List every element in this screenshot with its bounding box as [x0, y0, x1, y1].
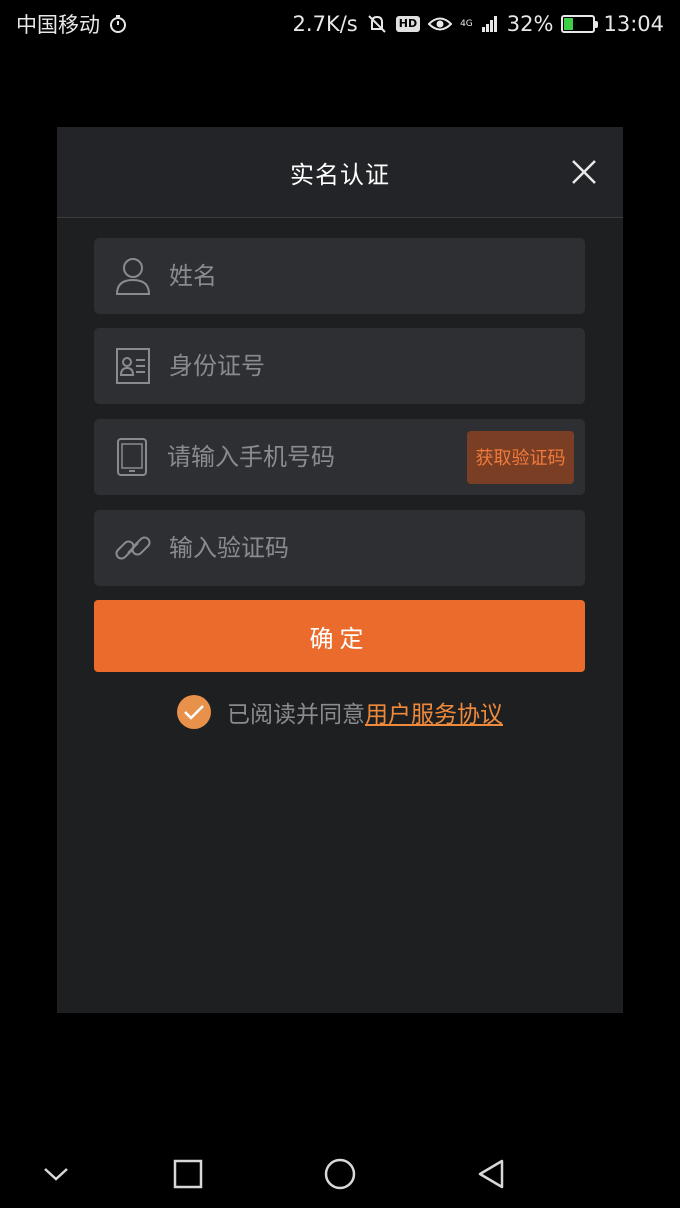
phone-input[interactable] [167, 427, 468, 487]
clock: 13:04 [603, 12, 664, 36]
chevron-down-icon [44, 1168, 68, 1181]
agreement-row: 已阅读并同意 用户服务协议 [177, 692, 503, 732]
close-button[interactable] [567, 155, 601, 189]
navigation-bar [0, 1138, 680, 1208]
phone-field: 获取验证码 [94, 419, 585, 495]
check-icon [184, 705, 204, 720]
link-icon [97, 510, 169, 586]
id-card-icon [97, 328, 169, 404]
back-triangle-icon [478, 1159, 504, 1189]
confirm-button[interactable]: 确定 [94, 600, 585, 672]
code-input[interactable] [169, 518, 585, 578]
back-button[interactable] [473, 1156, 509, 1192]
name-field [94, 238, 585, 314]
carrier-label: 中国移动 [16, 13, 100, 37]
id-number-input[interactable] [169, 336, 585, 396]
phone-icon [97, 419, 167, 495]
recents-button[interactable] [170, 1156, 206, 1192]
code-field [94, 510, 585, 586]
mute-icon [366, 13, 388, 35]
terms-link[interactable]: 用户服务协议 [365, 695, 503, 729]
agree-checkbox[interactable] [177, 695, 211, 729]
user-icon [97, 238, 169, 314]
agreement-prefix: 已阅读并同意 [227, 702, 365, 728]
dialog-title: 实名认证 [290, 160, 390, 189]
close-icon [572, 160, 596, 184]
hd-badge: HD [395, 16, 421, 32]
signal-icon [481, 15, 499, 33]
status-bar: 中国移动 2.7K/s HD 4G 32% 13:04 [0, 0, 680, 48]
home-button[interactable] [322, 1156, 358, 1192]
net-speed: 2.7K/s [292, 12, 358, 36]
get-code-button[interactable]: 获取验证码 [467, 430, 574, 484]
dialog-header: 实名认证 [57, 127, 623, 218]
square-icon [173, 1159, 203, 1189]
id-number-field [94, 328, 585, 404]
timer-icon [108, 14, 128, 34]
circle-icon [324, 1158, 356, 1190]
name-input[interactable] [169, 246, 585, 306]
hide-keyboard-button[interactable] [38, 1156, 74, 1192]
network-type: 4G [460, 18, 473, 29]
battery-percent: 32% [506, 12, 554, 36]
eye-icon [428, 15, 453, 33]
real-name-dialog: 实名认证 获取验证码 确定 已阅读并同意 [57, 127, 623, 1013]
battery-icon [561, 15, 599, 33]
